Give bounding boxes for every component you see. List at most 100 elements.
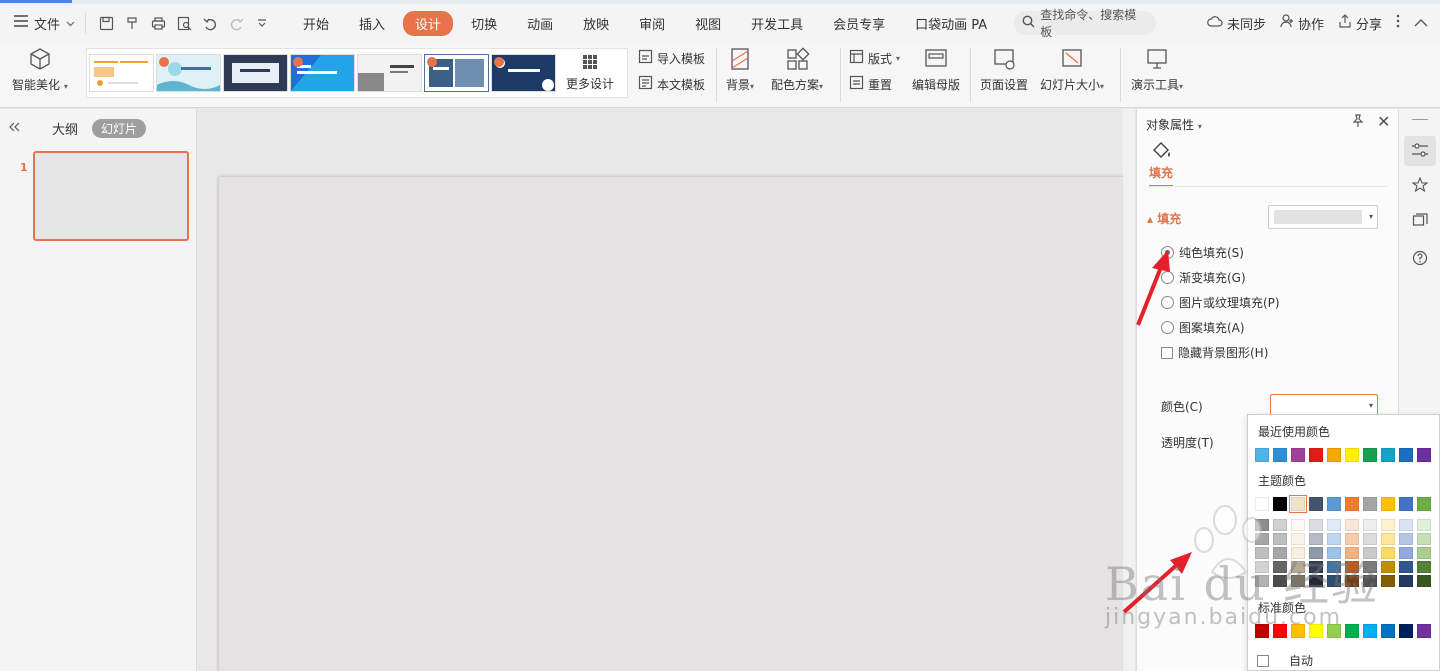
layout-button[interactable]: 版式 ▾	[849, 49, 900, 67]
import-template-button[interactable]: 导入模板	[638, 49, 705, 67]
color-swatch[interactable]	[1381, 533, 1395, 545]
collapse-panel-icon[interactable]	[8, 121, 20, 136]
share-button[interactable]: 分享	[1338, 14, 1382, 33]
color-swatch[interactable]	[1291, 448, 1305, 462]
solid-fill-option[interactable]: 纯色填充(S)	[1161, 244, 1244, 261]
template-thumb[interactable]	[357, 54, 422, 92]
color-swatch[interactable]	[1345, 519, 1359, 531]
color-swatch[interactable]	[1273, 448, 1287, 462]
color-swatch[interactable]	[1399, 533, 1413, 545]
paint-bucket-icon[interactable]	[1151, 141, 1173, 164]
color-swatch[interactable]	[1399, 624, 1413, 638]
picture-fill-radio[interactable]	[1161, 296, 1174, 309]
template-thumb[interactable]	[424, 54, 489, 92]
color-swatch[interactable]	[1255, 533, 1269, 545]
fill-subtab[interactable]: 填充	[1149, 164, 1174, 187]
hide-background-checkbox[interactable]	[1161, 346, 1173, 359]
color-swatch[interactable]	[1327, 519, 1341, 531]
properties-sidebar-button[interactable]	[1404, 136, 1436, 166]
outline-tab[interactable]: 大纲	[52, 119, 78, 138]
sync-status-button[interactable]: 未同步	[1207, 14, 1266, 33]
color-swatch[interactable]	[1363, 624, 1377, 638]
collapse-ribbon-icon[interactable]	[1414, 16, 1428, 31]
color-swatch[interactable]	[1417, 533, 1431, 545]
color-swatch[interactable]	[1381, 575, 1395, 587]
color-select[interactable]: ▾	[1270, 394, 1378, 416]
color-swatch[interactable]	[1363, 533, 1377, 545]
color-swatch[interactable]	[1417, 448, 1431, 462]
template-thumb[interactable]	[89, 54, 154, 92]
color-swatch[interactable]	[1327, 533, 1341, 545]
format-painter-icon[interactable]	[124, 15, 140, 31]
customize-qat-icon[interactable]	[254, 15, 270, 31]
tab-10[interactable]: 口袋动画 PA	[903, 11, 999, 36]
animation-sidebar-button[interactable]	[1404, 171, 1436, 201]
color-swatch[interactable]	[1381, 497, 1395, 511]
hide-background-option[interactable]: 隐藏背景图形(H)	[1161, 344, 1268, 361]
tab-6[interactable]: 审阅	[627, 11, 677, 36]
print-icon[interactable]	[150, 15, 166, 31]
slide-editing-area[interactable]	[219, 177, 1123, 671]
redo-icon[interactable]	[228, 15, 244, 31]
color-swatch[interactable]	[1309, 448, 1323, 462]
color-swatch[interactable]	[1309, 497, 1323, 511]
color-swatch[interactable]	[1381, 561, 1395, 573]
tab-0[interactable]: 开始	[291, 11, 341, 36]
color-swatch[interactable]	[1345, 497, 1359, 511]
slide-thumbnail[interactable]	[33, 151, 189, 241]
tab-1[interactable]: 插入	[347, 11, 397, 36]
color-swatch[interactable]	[1255, 497, 1269, 511]
color-swatch[interactable]	[1255, 519, 1269, 531]
solid-fill-radio[interactable]	[1161, 246, 1174, 259]
page-setup-button[interactable]: 页面设置	[980, 46, 1028, 93]
color-swatch[interactable]	[1399, 497, 1413, 511]
color-swatch[interactable]	[1345, 448, 1359, 462]
template-thumb[interactable]	[223, 54, 288, 92]
template-thumb[interactable]	[156, 54, 221, 92]
color-scheme-button[interactable]: 配色方案▾	[771, 46, 823, 93]
color-swatch[interactable]	[1399, 561, 1413, 573]
print-preview-icon[interactable]	[176, 15, 192, 31]
collaborate-button[interactable]: 协作	[1280, 14, 1324, 33]
color-swatch[interactable]	[1255, 448, 1269, 462]
save-icon[interactable]	[98, 15, 114, 31]
gradient-fill-radio[interactable]	[1161, 271, 1174, 284]
color-swatch[interactable]	[1291, 519, 1305, 531]
color-swatch[interactable]	[1381, 624, 1395, 638]
color-swatch[interactable]	[1399, 448, 1413, 462]
color-swatch[interactable]	[1309, 533, 1323, 545]
color-swatch[interactable]	[1417, 497, 1431, 511]
color-swatch[interactable]	[1345, 624, 1359, 638]
automatic-color-option[interactable]: 自动	[1257, 652, 1313, 669]
undo-icon[interactable]	[202, 15, 218, 31]
pattern-fill-option[interactable]: 图案填充(A)	[1161, 319, 1245, 336]
more-options-icon[interactable]	[1396, 14, 1400, 32]
color-swatch[interactable]	[1273, 533, 1287, 545]
fill-preset-select[interactable]: ▾	[1268, 205, 1378, 229]
tab-2[interactable]: 设计	[403, 10, 454, 36]
this-template-button[interactable]: 本文模板	[638, 75, 705, 93]
color-swatch[interactable]	[1417, 547, 1431, 559]
pattern-fill-radio[interactable]	[1161, 321, 1174, 334]
picture-fill-option[interactable]: 图片或纹理填充(P)	[1161, 294, 1280, 311]
color-swatch[interactable]	[1381, 519, 1395, 531]
color-swatch[interactable]	[1327, 448, 1341, 462]
color-swatch[interactable]	[1417, 624, 1431, 638]
pin-icon[interactable]	[1351, 114, 1365, 131]
color-swatch[interactable]	[1381, 448, 1395, 462]
smart-beautify-button[interactable]: 智能美化 ▾	[12, 46, 68, 93]
panel-title[interactable]: 对象属性 ▾	[1146, 116, 1202, 133]
reset-button[interactable]: 重置	[849, 75, 892, 93]
command-search-input[interactable]: 查找命令、搜索模板	[1014, 8, 1157, 39]
fill-section-header[interactable]: ▴ 填充	[1147, 210, 1181, 227]
color-swatch[interactable]	[1417, 561, 1431, 573]
tab-7[interactable]: 视图	[683, 11, 733, 36]
tab-3[interactable]: 切换	[459, 11, 509, 36]
transition-sidebar-button[interactable]	[1404, 207, 1436, 237]
presentation-tools-button[interactable]: 演示工具▾	[1131, 46, 1183, 93]
tab-8[interactable]: 开发工具	[739, 11, 815, 36]
color-swatch[interactable]	[1309, 519, 1323, 531]
tab-9[interactable]: 会员专享	[821, 11, 897, 36]
color-swatch[interactable]	[1291, 533, 1305, 545]
color-swatch[interactable]	[1417, 575, 1431, 587]
